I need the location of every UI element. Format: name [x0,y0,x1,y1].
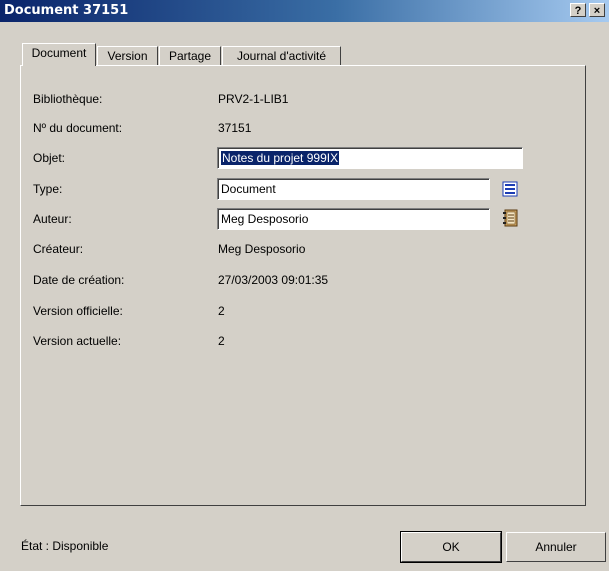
tab-label: Partage [168,49,212,63]
type-label: Type: [33,182,63,196]
doc-number-value: 37151 [218,121,252,135]
library-label: Bibliothèque: [33,92,103,106]
doc-number-label: Nº du document: [33,121,123,135]
help-icon: ? [574,5,582,17]
tab-version[interactable]: Version [97,46,158,66]
cancel-button[interactable]: Annuler [506,532,606,562]
document-properties-dialog: Document 37151 ? × Document Version Part… [0,0,609,571]
subject-label: Objet: [33,151,66,165]
title-bar[interactable]: Document 37151 ? × [0,0,609,22]
type-lookup-button[interactable] [501,179,520,199]
tab-partage[interactable]: Partage [159,46,221,66]
official-version-label: Version officielle: [33,304,123,318]
tab-journal[interactable]: Journal d'activité [222,46,341,66]
close-icon: × [593,5,601,17]
creation-date-value: 27/03/2003 09:01:35 [218,273,329,287]
tab-document[interactable]: Document [22,43,96,66]
ok-button[interactable]: OK [400,531,502,563]
current-version-value: 2 [218,334,225,348]
tab-label: Journal d'activité [236,49,326,63]
creator-value: Meg Desposorio [218,242,306,256]
type-value: Document [221,182,276,196]
address-book-icon [503,209,518,227]
author-lookup-button[interactable] [501,208,520,228]
type-input[interactable]: Document [217,178,490,200]
close-button[interactable]: × [589,3,605,17]
tab-label: Document [31,46,87,60]
subject-value: Notes du projet 999IX [221,151,340,165]
author-value: Meg Desposorio [221,212,309,226]
list-icon [502,181,518,197]
creation-date-label: Date de création: [33,273,125,287]
author-input[interactable]: Meg Desposorio [217,208,490,230]
window-title: Document 37151 [4,3,129,18]
current-version-label: Version actuelle: [33,334,122,348]
tab-label: Version [107,49,148,63]
status-text: État : Disponible [21,539,109,553]
library-value: PRV2-1-LIB1 [218,92,289,106]
help-button[interactable]: ? [570,3,586,17]
subject-input[interactable]: Notes du projet 999IX [217,147,523,169]
author-label: Auteur: [33,212,72,226]
creator-label: Créateur: [33,242,84,256]
official-version-value: 2 [218,304,225,318]
